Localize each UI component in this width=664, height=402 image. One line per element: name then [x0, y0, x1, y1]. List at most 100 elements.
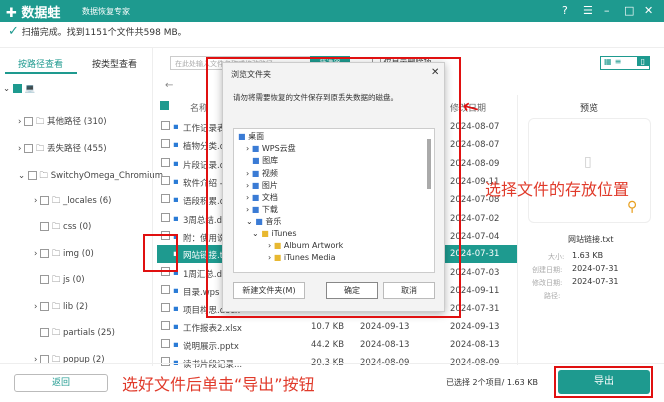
- view-toggle[interactable]: ▦ ≡ ▯: [600, 56, 650, 70]
- tree-item[interactable]: › 🗀 丢失路径 (455): [18, 142, 107, 157]
- file-icon: ▪: [173, 286, 179, 296]
- file-icon: ▪: [173, 140, 179, 150]
- preview-box: ▯ ⚲: [528, 118, 651, 223]
- file-modified: 2024-09-13: [450, 322, 500, 332]
- checkbox[interactable]: [161, 121, 170, 130]
- file-name: 说明展示.pptx: [183, 342, 239, 352]
- tree-item-label: lib (2): [63, 302, 88, 312]
- file-name: 工作报表2.xlsx: [183, 324, 242, 334]
- annotation-instruction: 选好文件后单击“导出”按钮: [122, 375, 315, 394]
- tree-item-label: img (0): [63, 249, 94, 259]
- folder-icon: 🗀: [51, 302, 61, 312]
- file-icon: ▪: [173, 340, 179, 350]
- folder-icon: 🗀: [51, 328, 61, 338]
- size-value: 1.63 KB: [572, 251, 604, 260]
- highlight-box: [206, 57, 461, 318]
- tree-item-label: partials (25): [63, 328, 115, 338]
- chevron-right-icon[interactable]: ›: [34, 302, 37, 312]
- tree-item[interactable]: ⌄ 🗀 SwitchyOmega_Chromium: [18, 170, 163, 184]
- checkbox[interactable]: [24, 117, 34, 126]
- file-modified: 2024-08-13: [450, 340, 500, 350]
- minimize-icon[interactable]: –: [604, 4, 610, 17]
- chevron-down-icon[interactable]: ⌄: [18, 171, 25, 181]
- checkbox[interactable]: [40, 302, 50, 311]
- select-all-checkbox[interactable]: [160, 101, 169, 111]
- file-icon: ▪: [173, 159, 179, 169]
- tree-item-label: 丢失路径 (455): [47, 144, 107, 154]
- tree-item[interactable]: › 🗀 js (0): [34, 274, 85, 288]
- folder-icon: 🗀: [51, 249, 61, 259]
- highlight-box: [143, 234, 178, 272]
- checkbox[interactable]: [40, 275, 50, 284]
- checkbox[interactable]: [161, 285, 170, 294]
- tree-root[interactable]: ⌄ 💻: [3, 84, 35, 94]
- folder-icon: 🗀: [35, 144, 45, 154]
- tab-underline: [5, 72, 77, 74]
- checkbox[interactable]: [161, 321, 170, 330]
- divider: [517, 95, 518, 365]
- checkbox[interactable]: [161, 139, 170, 148]
- annotation-location: 选择文件的存放位置: [485, 180, 630, 199]
- file-row[interactable]: ▪ 说明展示.pptx 44.2 KB 2024-08-13 2024-08-13: [157, 336, 517, 354]
- title-bar: ✚ 数据蛙 数据恢复专家 ? ☰ – □ ✕: [0, 0, 664, 22]
- checkbox[interactable]: [161, 339, 170, 348]
- checkbox[interactable]: [161, 194, 170, 203]
- grid-view-icon[interactable]: ▦: [601, 57, 615, 66]
- maximize-icon[interactable]: □: [624, 4, 634, 17]
- tree-item-label: _locales (6): [63, 196, 112, 206]
- folder-icon: 🗀: [39, 171, 49, 181]
- app-logo: ✚ 数据蛙: [6, 6, 61, 21]
- file-created: 2024-08-13: [360, 340, 410, 350]
- file-icon: ▪: [173, 322, 179, 332]
- tab-by-path[interactable]: 按路径查看: [18, 57, 63, 70]
- path-label: 路径:: [544, 292, 561, 300]
- checkbox[interactable]: [161, 303, 170, 312]
- file-icon: ▪: [173, 214, 179, 224]
- selection-summary: 已选择 2个项目/ 1.63 KB: [446, 378, 538, 387]
- checkbox[interactable]: [40, 196, 50, 205]
- chevron-right-icon[interactable]: ›: [18, 117, 21, 127]
- status-text: 扫描完成。找到1151个文件共598 MB。: [21, 28, 187, 38]
- tree-item[interactable]: › 🗀 其他路径 (310): [18, 115, 107, 130]
- divider: [0, 363, 664, 364]
- export-button[interactable]: 导出: [558, 370, 650, 394]
- tree-item[interactable]: › 🗀 css (0): [34, 221, 91, 235]
- tree-item[interactable]: › 🗀 partials (25): [34, 327, 115, 341]
- checkbox[interactable]: [161, 176, 170, 185]
- chevron-right-icon[interactable]: ›: [34, 249, 37, 259]
- checkbox[interactable]: [40, 249, 50, 258]
- file-icon: ▪: [173, 177, 179, 187]
- checkbox[interactable]: [27, 171, 37, 180]
- back-arrow-icon[interactable]: ←: [165, 80, 173, 91]
- created-value: 2024-07-31: [572, 264, 619, 273]
- checkbox[interactable]: [161, 158, 170, 167]
- checkbox[interactable]: [161, 357, 170, 366]
- preview-view-icon[interactable]: ▯: [636, 57, 649, 66]
- checkbox[interactable]: [40, 222, 50, 231]
- folder-icon: 🗀: [51, 275, 61, 285]
- list-view-icon[interactable]: ≡: [615, 57, 622, 66]
- checkbox[interactable]: [24, 144, 34, 153]
- app-subtitle: 数据恢复专家: [82, 7, 130, 16]
- help-icon[interactable]: ?: [562, 4, 568, 17]
- divider: [0, 47, 664, 48]
- tree-item[interactable]: › 🗀 popup (2): [34, 354, 105, 368]
- checkbox[interactable]: [161, 213, 170, 222]
- file-icon: ▪: [173, 195, 179, 205]
- close-icon[interactable]: ✕: [644, 4, 653, 17]
- tree-item-label: js (0): [63, 275, 85, 285]
- file-icon: ▯: [584, 154, 592, 170]
- zoom-icon[interactable]: ⚲: [627, 199, 637, 215]
- chevron-right-icon[interactable]: ›: [34, 196, 37, 206]
- tree-item-label: 其他路径 (310): [47, 117, 107, 127]
- menu-icon[interactable]: ☰: [583, 4, 593, 17]
- back-button[interactable]: 返回: [14, 374, 108, 392]
- modified-value: 2024-07-31: [572, 277, 619, 286]
- chevron-right-icon[interactable]: ›: [18, 144, 21, 154]
- tree-item[interactable]: › 🗀 _locales (6): [34, 195, 112, 209]
- checkbox[interactable]: [40, 328, 50, 337]
- tree-item[interactable]: › 🗀 img (0): [34, 248, 94, 262]
- tab-by-type[interactable]: 按类型查看: [92, 57, 137, 70]
- tree-item[interactable]: › 🗀 lib (2): [34, 301, 88, 315]
- file-row[interactable]: ▪ 工作报表2.xlsx 10.7 KB 2024-09-13 2024-09-13: [157, 318, 517, 336]
